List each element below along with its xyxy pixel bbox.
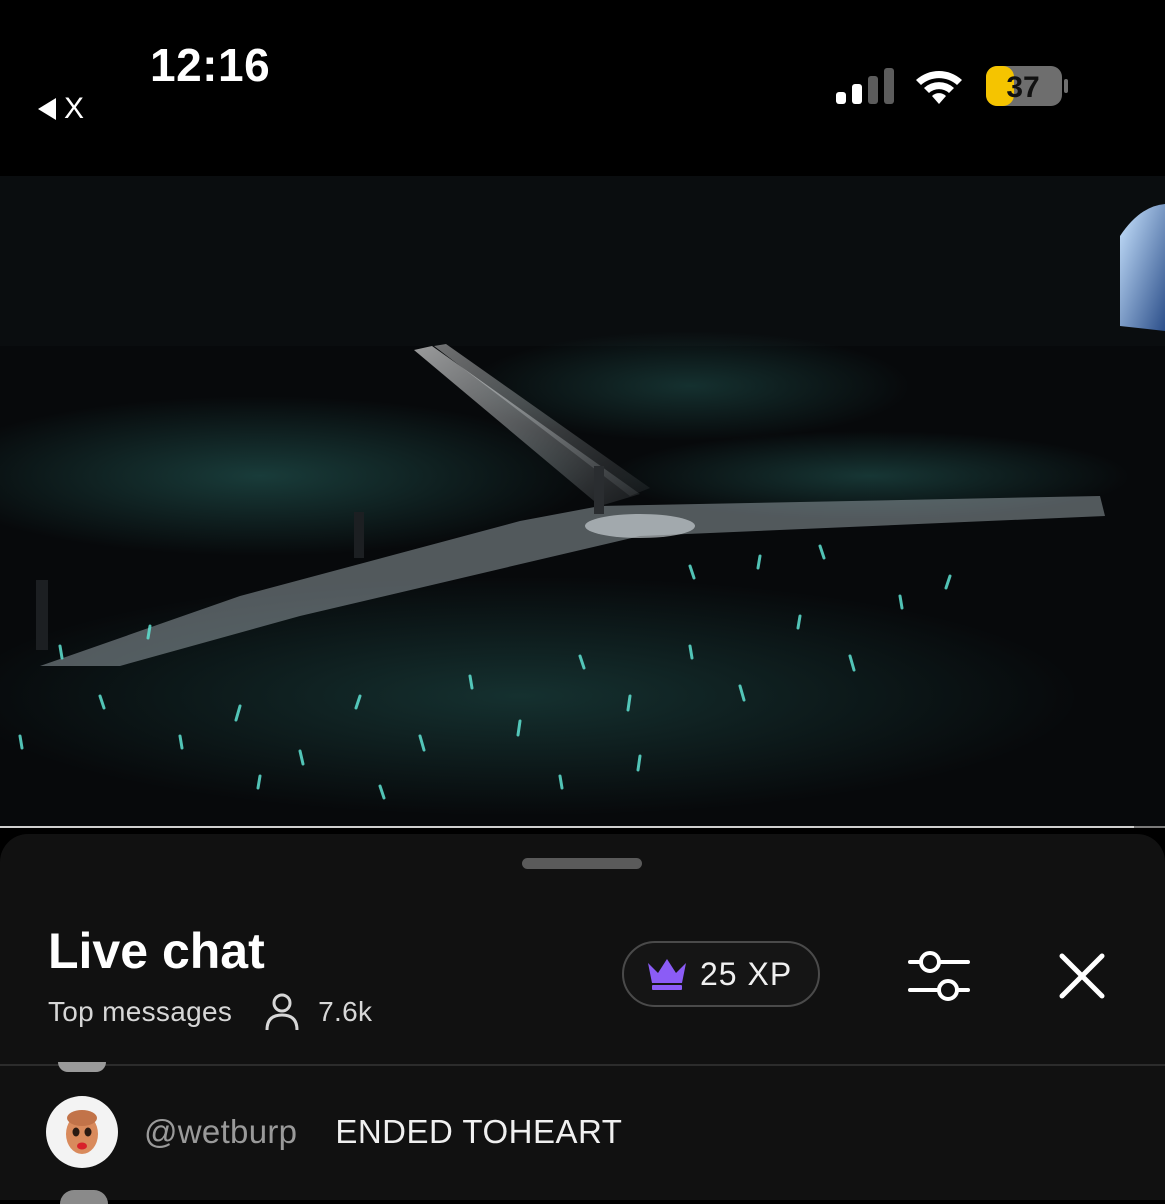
chat-mode-selector[interactable]: Top messages [48, 996, 232, 1028]
back-app-label: X [64, 92, 85, 125]
video-player[interactable] [0, 176, 1165, 828]
avatar[interactable] [46, 1096, 118, 1168]
video-progress-bar[interactable] [0, 826, 1165, 828]
sliders-icon[interactable] [906, 946, 972, 1006]
wifi-icon [916, 71, 962, 104]
avatar-partial-top [58, 1062, 106, 1072]
avatar-face-icon [66, 1110, 98, 1154]
avatar-partial-bottom [60, 1190, 108, 1204]
chat-title: Live chat [48, 923, 265, 979]
back-to-app-button[interactable]: X [38, 92, 84, 126]
battery-level: 37 [1006, 71, 1039, 104]
clock: 12:16 [150, 39, 271, 91]
message-username[interactable]: @wetburp [144, 1113, 297, 1151]
video-progress-fill [0, 826, 1134, 828]
live-chat-panel: Live chat Top messages 7.6k 25 XP @wetbu… [0, 834, 1165, 1204]
chat-message: @wetburp ENDED TOHEART [46, 1096, 622, 1168]
viewer-count: 7.6k [318, 996, 373, 1027]
chat-header-divider [0, 1064, 1165, 1066]
concert-video-frame [0, 176, 1165, 828]
message-text: ENDED TOHEART [335, 1113, 623, 1150]
back-triangle-icon [38, 98, 56, 120]
drag-handle[interactable] [522, 858, 642, 869]
chat-subheader: Top messages 7.6k [48, 992, 372, 1032]
xp-button[interactable]: 25 XP [622, 941, 820, 1007]
status-bar: 12:16 X 37 [0, 0, 1165, 176]
battery-icon: 37 [986, 66, 1068, 106]
cellular-signal-icon [836, 68, 894, 104]
crown-icon [648, 959, 686, 990]
xp-label: 25 XP [700, 955, 793, 992]
person-icon [265, 993, 299, 1031]
close-icon[interactable] [1058, 952, 1106, 1000]
